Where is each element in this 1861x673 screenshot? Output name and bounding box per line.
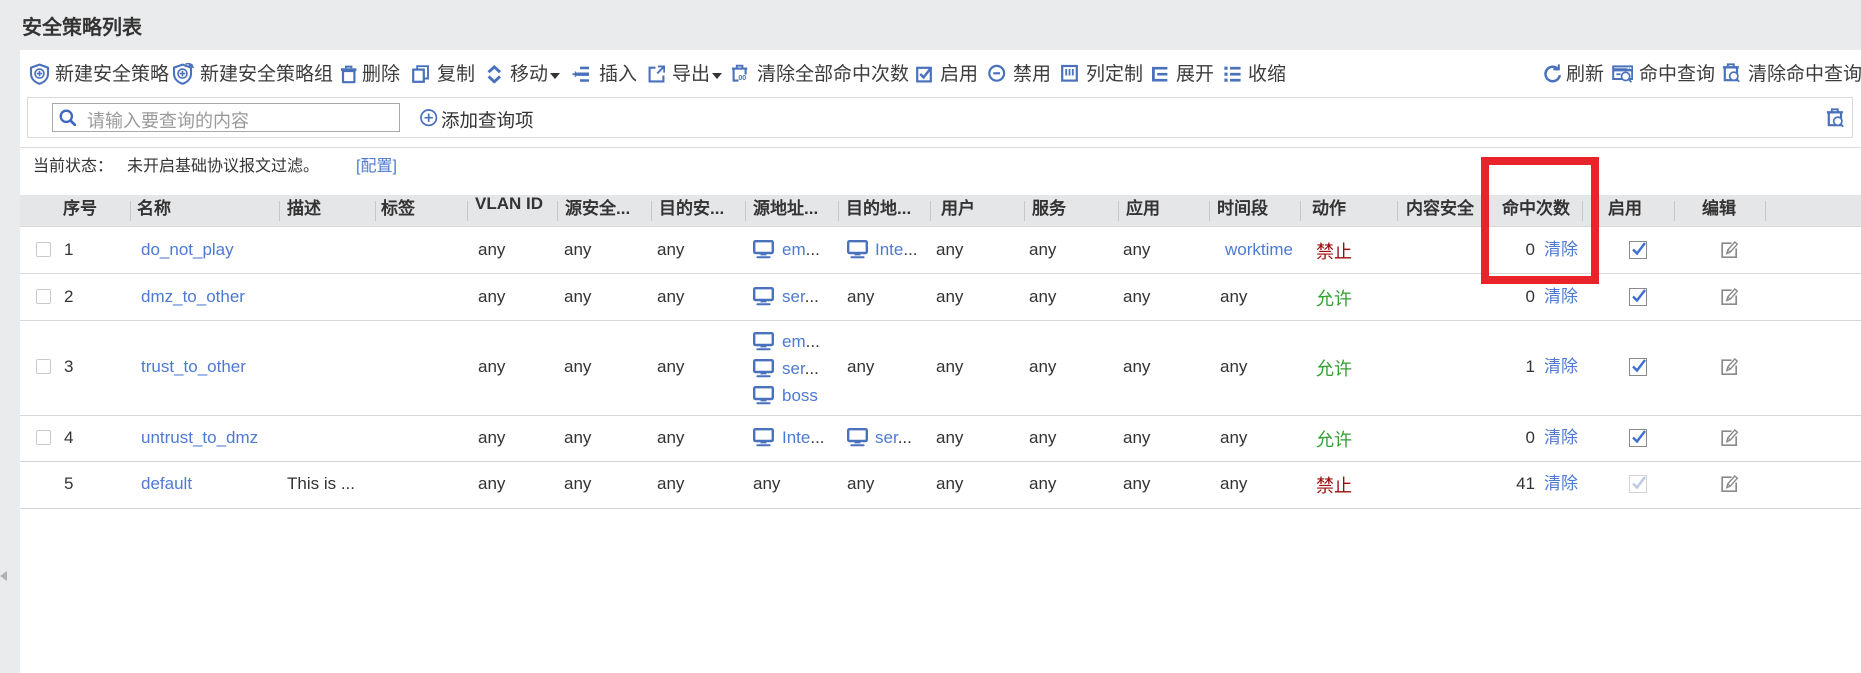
svg-text:00: 00 (738, 75, 746, 82)
